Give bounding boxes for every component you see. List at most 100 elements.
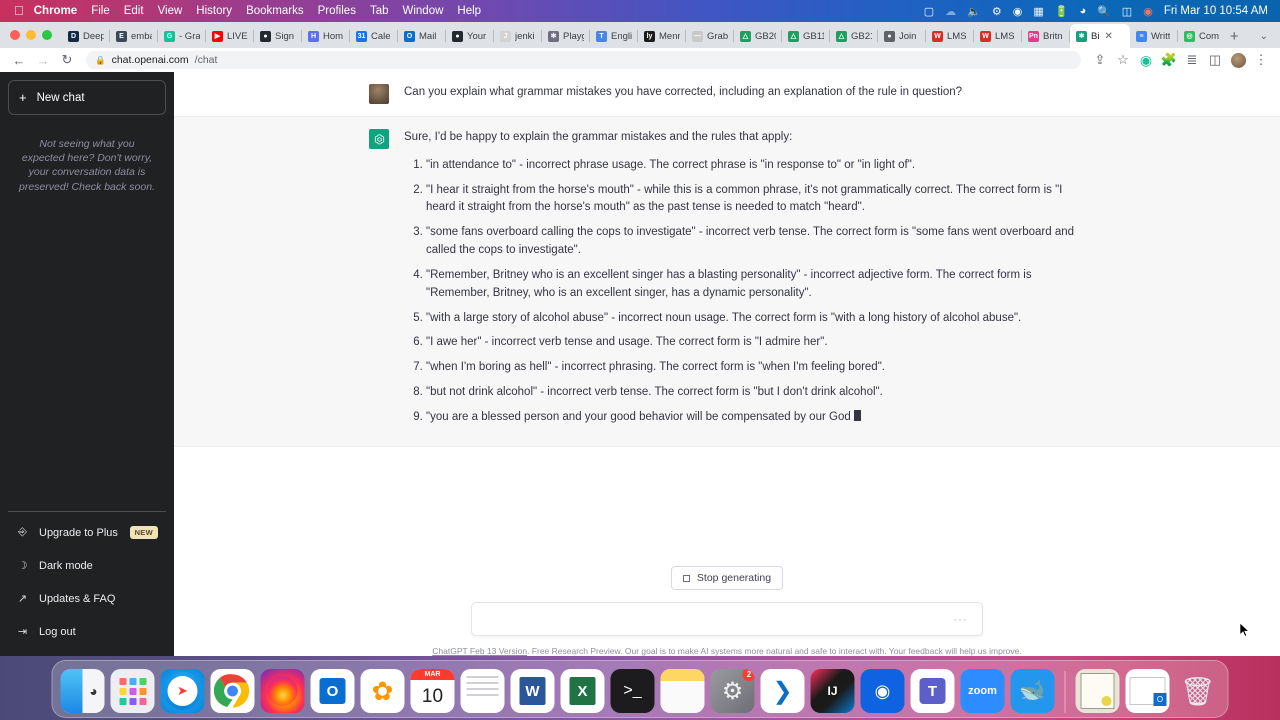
menu-item-help[interactable]: Help	[457, 5, 481, 17]
launchpad-icon[interactable]	[110, 669, 155, 713]
browser-tab[interactable]: W LMS	[974, 24, 1022, 48]
address-bar[interactable]: 🔒 chat.openai.com/chat	[86, 51, 1081, 69]
reload-button[interactable]: ↻	[56, 49, 78, 71]
menu-item-file[interactable]: File	[91, 5, 110, 17]
browser-tab[interactable]: ● Sign	[254, 24, 302, 48]
chrome-menu-icon[interactable]: ⋮	[1250, 49, 1272, 71]
list-item: "Remember, Britney who is an excellent s…	[426, 267, 1085, 303]
menu-item-profiles[interactable]: Profiles	[318, 5, 356, 17]
tab-search-chevron-down-icon[interactable]: ⌄	[1248, 24, 1280, 48]
finder-icon[interactable]: ◕	[60, 669, 105, 713]
menu-bar-clock[interactable]: Fri Mar 10 10:54 AM	[1164, 5, 1268, 17]
browser-tab[interactable]: Jjenki	[494, 24, 542, 48]
browser-tab[interactable]: ly Menr	[638, 24, 686, 48]
wifi-icon[interactable]: ◕	[1079, 5, 1086, 17]
sidebar-item-log-out[interactable]: ⇥ Log out	[8, 615, 166, 648]
sidebar-footer: ⎆ Upgrade to Plus NEW ☽ Dark mode ↗ Upda…	[8, 511, 166, 648]
side-panel-icon[interactable]: ◫	[1204, 49, 1226, 71]
maximize-window-button[interactable]	[42, 30, 52, 40]
browser-tab[interactable]: T Engli	[590, 24, 638, 48]
browser-tab[interactable]: △ GB11	[782, 24, 830, 48]
terminal-icon[interactable]: >_	[610, 669, 655, 713]
share-icon[interactable]: ⇪	[1089, 49, 1111, 71]
menu-item-view[interactable]: View	[158, 5, 183, 17]
control-center-icon[interactable]: ◫	[1122, 5, 1132, 18]
vscode-icon[interactable]: ❯	[760, 669, 805, 713]
document-file-icon[interactable]: O	[1125, 669, 1170, 713]
safari-icon[interactable]: ➤	[160, 669, 205, 713]
new-chat-button[interactable]: + New chat	[8, 80, 166, 115]
firefox-icon[interactable]	[260, 669, 305, 713]
browser-tab[interactable]: D Deep	[62, 24, 110, 48]
intellij-idea-icon[interactable]: IJ	[810, 669, 855, 713]
outlook-icon[interactable]: O	[310, 669, 355, 713]
browser-tab-label: Hom	[323, 30, 344, 42]
new-tab-button[interactable]: +	[1221, 24, 1248, 48]
system-settings-icon[interactable]: ⚙ 2	[710, 669, 755, 713]
sidebar-item-dark-mode[interactable]: ☽ Dark mode	[8, 549, 166, 582]
zoom-icon[interactable]: zoom	[960, 669, 1005, 713]
profile-avatar[interactable]	[1227, 49, 1249, 71]
photos-icon[interactable]: ✿	[360, 669, 405, 713]
notes-icon[interactable]	[660, 669, 705, 713]
sidebar-item-upgrade-to-plus[interactable]: ⎆ Upgrade to Plus NEW	[8, 516, 166, 549]
browser-tab[interactable]: — Grab	[686, 24, 734, 48]
minimize-window-button[interactable]	[26, 30, 36, 40]
browser-tab[interactable]: G - Gra	[158, 24, 206, 48]
record-icon[interactable]: ◉	[1013, 5, 1023, 18]
browser-tab[interactable]: Pn Britn	[1022, 24, 1070, 48]
reminders-icon[interactable]	[460, 669, 505, 713]
sidebar-item-updates-faq[interactable]: ↗ Updates & FAQ	[8, 582, 166, 615]
trash-icon[interactable]: 🗑	[1176, 669, 1220, 713]
browser-tab[interactable]: ● Join	[878, 24, 926, 48]
menu-item-tab[interactable]: Tab	[370, 5, 389, 17]
stop-generating-button[interactable]: Stop generating	[670, 566, 784, 590]
excel-icon[interactable]: X	[560, 669, 605, 713]
apple-menu-icon[interactable]: 	[14, 3, 24, 18]
back-button[interactable]: ←	[8, 49, 30, 71]
search-icon[interactable]: 🔍	[1097, 5, 1111, 18]
version-link[interactable]: ChatGPT Feb 13 Version	[432, 646, 527, 656]
menu-item-edit[interactable]: Edit	[124, 5, 144, 17]
chrome-icon[interactable]	[210, 669, 255, 713]
browser-tab-active[interactable]: ✻ Bi ✕	[1070, 24, 1130, 48]
cloud-icon[interactable]: ☁	[945, 5, 956, 18]
browser-tab[interactable]: △ GB20	[734, 24, 782, 48]
menu-item-chrome[interactable]: Chrome	[34, 5, 77, 17]
menu-item-bookmarks[interactable]: Bookmarks	[246, 5, 304, 17]
dock-divider	[1064, 671, 1066, 713]
teams-icon[interactable]: T	[910, 669, 955, 713]
browser-tab[interactable]: ≡ Writt	[1130, 24, 1178, 48]
reading-list-icon[interactable]: ≣	[1181, 49, 1203, 71]
forward-button[interactable]: →	[32, 49, 54, 71]
extensions-puzzle-icon[interactable]: 🧩	[1158, 49, 1180, 71]
display-icon[interactable]: ▦	[1033, 5, 1043, 18]
browser-tab[interactable]: O Mail	[398, 24, 446, 48]
browser-tab[interactable]: ◎ Com	[1178, 24, 1221, 48]
word-icon[interactable]: W	[510, 669, 555, 713]
user-icon[interactable]: ◉	[1143, 5, 1153, 18]
settings-gear-icon[interactable]: ⚙	[992, 5, 1002, 18]
browser-tab[interactable]: H Hom	[302, 24, 350, 48]
docker-icon[interactable]: 🐋	[1010, 669, 1055, 713]
grammarly-extension-icon[interactable]: ◉	[1135, 49, 1157, 71]
box-icon[interactable]: ▢	[924, 5, 934, 18]
browser-tab[interactable]: ● Your	[446, 24, 494, 48]
volume-icon[interactable]: 🔈	[967, 5, 981, 18]
menu-item-history[interactable]: History	[196, 5, 232, 17]
browser-tab[interactable]: 31 Cale	[350, 24, 398, 48]
close-icon[interactable]: ✕	[1104, 31, 1112, 42]
browser-tab[interactable]: Eemba	[110, 24, 158, 48]
browser-tab[interactable]: ▶ LIVE	[206, 24, 254, 48]
browser-tab[interactable]: W LMS	[926, 24, 974, 48]
menu-item-window[interactable]: Window	[403, 5, 444, 17]
browser-tab[interactable]: △ GB21	[830, 24, 878, 48]
browser-tab[interactable]: ✻ Playg	[542, 24, 590, 48]
calendar-icon[interactable]: MAR 10	[410, 669, 455, 713]
certificate-document-icon[interactable]	[1075, 669, 1120, 713]
bookmark-star-icon[interactable]: ☆	[1112, 49, 1134, 71]
close-window-button[interactable]	[10, 30, 20, 40]
battery-icon[interactable]: 🔋	[1055, 5, 1069, 18]
postman-icon[interactable]: ◉	[860, 669, 905, 713]
message-input[interactable]: ···	[471, 602, 983, 636]
